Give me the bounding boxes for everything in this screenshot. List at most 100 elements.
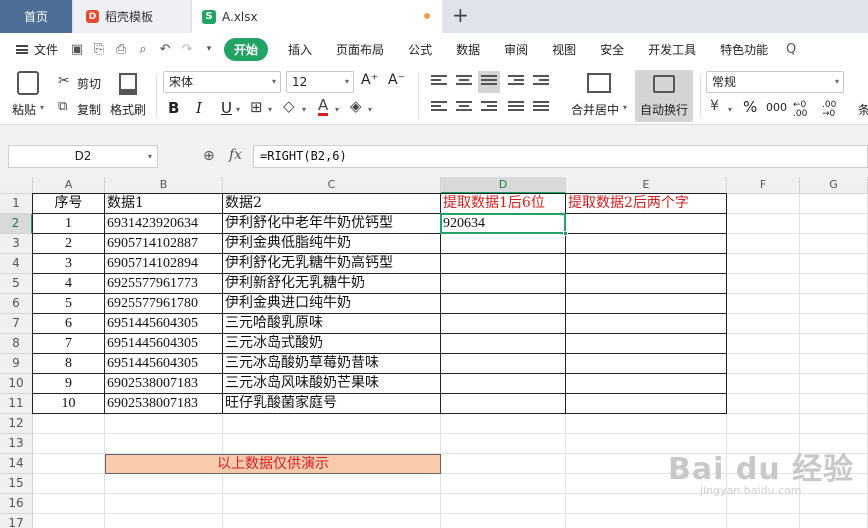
cell-data1[interactable]: 6951445604305 xyxy=(105,334,223,354)
number-format-select[interactable]: 常规 ▾ xyxy=(706,71,844,93)
auto-wrap-button[interactable]: 自动换行 xyxy=(635,70,693,122)
select-all-corner[interactable] xyxy=(0,177,33,194)
increase-decimal-button[interactable]: ←0 .00 xyxy=(793,101,815,119)
row-header-6[interactable]: 6 xyxy=(0,294,33,314)
cell-extract1[interactable] xyxy=(441,274,566,294)
merge-center-icon[interactable] xyxy=(587,73,611,93)
format-painter-icon[interactable] xyxy=(119,73,137,95)
cell-extract2[interactable] xyxy=(566,314,727,334)
cell-serial-no[interactable]: 1 xyxy=(33,214,105,234)
cell-header-extract1[interactable]: 提取数据1后6位 xyxy=(441,194,566,214)
row-header-8[interactable]: 8 xyxy=(0,334,33,354)
cell-serial-no[interactable]: 2 xyxy=(33,234,105,254)
cell-extract2[interactable] xyxy=(566,354,727,374)
cell-data1[interactable]: 6925577961780 xyxy=(105,294,223,314)
new-tab-icon[interactable]: + xyxy=(452,3,469,27)
align-top-icon[interactable] xyxy=(431,75,447,89)
menu-view[interactable]: 视图 xyxy=(540,41,588,58)
search-icon[interactable]: Q xyxy=(780,42,802,57)
merge-dropdown-icon[interactable]: ▾ xyxy=(623,103,627,112)
fill-dropdown-icon[interactable]: ▾ xyxy=(302,105,306,114)
cell-serial-no[interactable]: 3 xyxy=(33,254,105,274)
paste-icon[interactable] xyxy=(17,71,39,95)
row-header-13[interactable]: 13 xyxy=(0,434,33,454)
underline-dropdown-icon[interactable]: ▾ xyxy=(236,105,240,114)
column-header-a[interactable]: A xyxy=(33,177,105,194)
cell-data1[interactable]: 6925577961773 xyxy=(105,274,223,294)
cell-data1[interactable]: 6951445604305 xyxy=(105,314,223,334)
export-icon[interactable]: ⎘ xyxy=(88,42,110,57)
font-color-dropdown-icon[interactable]: ▾ xyxy=(335,105,339,114)
cell-extract2[interactable] xyxy=(566,234,727,254)
conditional-format-button[interactable]: 条 xyxy=(858,101,868,118)
cell-data2[interactable]: 伊利金典低脂纯牛奶 xyxy=(223,234,441,254)
cell-data2[interactable]: 伊利舒化无乳糖牛奶高钙型 xyxy=(223,254,441,274)
align-center-icon[interactable] xyxy=(456,101,472,115)
cut-icon[interactable]: ✂ xyxy=(58,73,70,89)
menu-page-layout[interactable]: 页面布局 xyxy=(324,41,396,58)
cell-data1[interactable]: 6902538007183 xyxy=(105,374,223,394)
cell-serial-no[interactable]: 10 xyxy=(33,394,105,414)
cell-extract1[interactable] xyxy=(441,334,566,354)
tab-home[interactable]: 首页 xyxy=(0,0,72,33)
distributed-icon[interactable] xyxy=(533,101,549,115)
cell-data2[interactable]: 旺仔乳酸菌家庭号 xyxy=(223,394,441,414)
font-color-icon[interactable]: A xyxy=(318,97,329,116)
cell-data1[interactable]: 6931423920634 xyxy=(105,214,223,234)
cell-extract1[interactable] xyxy=(441,234,566,254)
print-preview-icon[interactable]: ⌕ xyxy=(132,42,154,57)
increase-font-button[interactable]: A⁺ xyxy=(361,72,378,88)
menu-developer[interactable]: 开发工具 xyxy=(636,41,708,58)
menu-formulas[interactable]: 公式 xyxy=(396,41,444,58)
decrease-decimal-button[interactable]: .00 →0 xyxy=(822,101,844,119)
cell-extract2[interactable] xyxy=(566,394,727,414)
italic-button[interactable]: I xyxy=(196,99,202,117)
cell-data2[interactable]: 三元冰岛式酸奶 xyxy=(223,334,441,354)
copy-icon[interactable]: ⧉ xyxy=(58,99,67,114)
cell-header-data2[interactable]: 数据2 xyxy=(223,194,441,214)
decrease-font-button[interactable]: A⁻ xyxy=(388,72,405,88)
row-header-11[interactable]: 11 xyxy=(0,394,33,414)
cell-serial-no[interactable]: 6 xyxy=(33,314,105,334)
name-box[interactable]: D2 ▾ xyxy=(8,145,158,168)
cell-data2[interactable]: 伊利金典进口纯牛奶 xyxy=(223,294,441,314)
paste-dropdown-icon[interactable]: ▾ xyxy=(40,103,44,112)
cell-data2[interactable]: 三元冰岛风味酸奶芒果味 xyxy=(223,374,441,394)
cell-extract2[interactable] xyxy=(566,214,727,234)
menu-review[interactable]: 审阅 xyxy=(492,41,540,58)
menu-security[interactable]: 安全 xyxy=(588,41,636,58)
row-header-14[interactable]: 14 xyxy=(0,454,33,474)
formula-input[interactable]: =RIGHT(B2,6) xyxy=(253,145,868,168)
column-header-d[interactable]: D xyxy=(441,177,566,194)
cell-serial-no[interactable]: 8 xyxy=(33,354,105,374)
font-size-select[interactable]: 12 ▾ xyxy=(286,71,354,93)
cell-serial-no[interactable]: 9 xyxy=(33,374,105,394)
redo-icon[interactable]: ↷ xyxy=(176,42,198,57)
paste-button[interactable]: 粘贴 xyxy=(12,101,36,118)
menu-home-start[interactable]: 开始 xyxy=(224,37,269,61)
save-icon[interactable]: ▣ xyxy=(66,42,88,57)
column-header-b[interactable]: B xyxy=(105,177,223,194)
row-header-10[interactable]: 10 xyxy=(0,374,33,394)
dropdown-icon[interactable]: ▾ xyxy=(198,44,220,54)
clear-dropdown-icon[interactable]: ▾ xyxy=(368,105,372,114)
row-header-17[interactable]: 17 xyxy=(0,514,33,528)
row-header-7[interactable]: 7 xyxy=(0,314,33,334)
format-painter-button[interactable]: 格式刷 xyxy=(110,101,146,118)
zoom-icon[interactable]: ⊕ xyxy=(203,148,215,164)
menu-insert[interactable]: 插入 xyxy=(276,41,324,58)
align-bottom-icon[interactable] xyxy=(478,71,500,93)
tab-docer-templates[interactable]: D 稻壳模板 xyxy=(74,0,190,33)
cell-extract1[interactable] xyxy=(441,374,566,394)
row-header-2[interactable]: 2 xyxy=(0,214,33,234)
tab-document[interactable]: S A.xlsx xyxy=(192,0,442,33)
cell-serial-no[interactable]: 5 xyxy=(33,294,105,314)
cell-serial-no[interactable]: 4 xyxy=(33,274,105,294)
cell-data2[interactable]: 三元哈酸乳原味 xyxy=(223,314,441,334)
column-header-e[interactable]: E xyxy=(566,177,727,194)
cell-data2[interactable]: 伊利舒化中老年牛奶优钙型 xyxy=(223,214,441,234)
demo-note-banner[interactable]: 以上数据仅供演示 xyxy=(105,454,441,474)
clear-format-icon[interactable]: ◈ xyxy=(350,97,362,115)
font-name-select[interactable]: 宋体 ▾ xyxy=(163,71,281,93)
indent-increase-icon[interactable] xyxy=(533,75,549,89)
